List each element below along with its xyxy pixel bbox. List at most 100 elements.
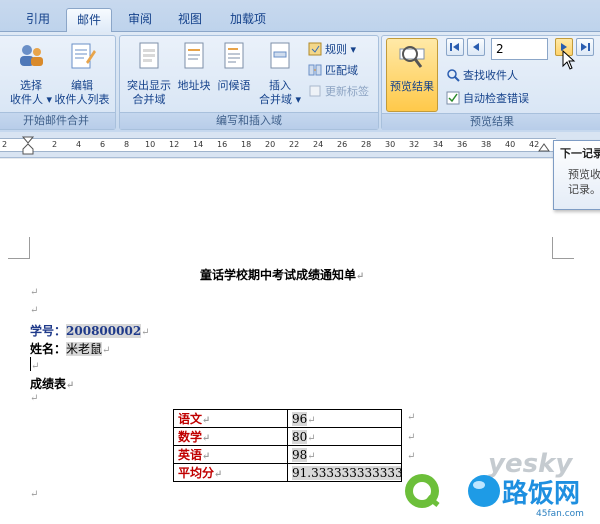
edit-recipients-label-1: 编辑 — [71, 79, 93, 92]
highlight-label-1: 突出显示 — [127, 79, 171, 92]
subject-field: 平均分 — [178, 466, 215, 480]
score-field: 91.3333333333333329 — [292, 465, 401, 480]
update-labels-button[interactable]: 更新标签 — [308, 84, 369, 100]
score-table-heading-text: 成绩表 — [30, 377, 67, 391]
ribbon-tab-bar: 引用 邮件 审阅 视图 加载项 — [0, 0, 600, 33]
document-page[interactable]: 童话学校期中考试成绩通知单↵ ↵ ↵ 学号：200800002↵ 姓名：米老鼠↵… — [0, 159, 600, 524]
cell-mark: ↵ — [202, 415, 211, 426]
paragraph-mark: ↵ — [141, 327, 150, 338]
score-field: 96 — [292, 411, 308, 426]
find-recipient-button[interactable]: 查找收件人 — [446, 68, 518, 84]
cell-mark: ↵ — [202, 451, 211, 462]
score-table[interactable]: 语文↵ 96↵ 数学↵ 80↵ 英语↵ 98↵ 平均分↵ 91.33333333… — [173, 409, 402, 482]
ruler-tick: 10 — [145, 140, 156, 149]
score-table-heading: 成绩表↵ — [30, 375, 74, 392]
last-record-button[interactable] — [576, 38, 594, 56]
row-end-mark: ↵ — [407, 451, 416, 462]
right-indent-marker-icon[interactable] — [538, 142, 550, 152]
student-id-field[interactable]: 200800002 — [66, 324, 142, 338]
indent-marker-icon[interactable] — [22, 136, 34, 156]
group-label-preview: 预览结果 — [382, 113, 600, 130]
watermark-globe-icon — [468, 475, 500, 507]
ruler-tick: 40 — [505, 140, 516, 149]
table-row: 语文↵ 96↵ — [173, 409, 402, 428]
address-block-icon — [184, 42, 204, 69]
rules-label: 规则 ▾ — [325, 43, 357, 56]
cell-mark: ↵ — [307, 414, 316, 426]
ruler-tick: 38 — [481, 140, 492, 149]
ruler-tick: 2 — [52, 140, 58, 149]
greeting-line-button[interactable]: 问候语 — [214, 40, 254, 93]
previous-record-button[interactable] — [467, 38, 485, 56]
ruler-tick: 22 — [289, 140, 300, 149]
table-cell-score[interactable]: 80↵ — [287, 427, 402, 446]
subject-field: 语文 — [178, 412, 203, 426]
magnifier-icon — [399, 46, 425, 68]
first-record-icon — [450, 43, 459, 51]
horizontal-ruler[interactable]: 2 2 4 6 8 10 12 14 16 18 20 22 24 26 28 … — [0, 132, 600, 158]
find-recipient-icon — [447, 69, 460, 82]
table-cell-subject[interactable]: 语文↵ — [173, 409, 288, 428]
table-cell-subject[interactable]: 英语↵ — [173, 445, 288, 464]
paragraph-mark: ↵ — [356, 271, 365, 282]
preview-results-button[interactable]: 预览结果 — [386, 38, 438, 112]
edit-recipients-button[interactable]: 编辑 收件人列表 — [51, 40, 113, 107]
document-title: 童话学校期中考试成绩通知单↵ — [200, 266, 364, 283]
cell-mark: ↵ — [307, 432, 316, 444]
previous-record-icon — [473, 43, 479, 51]
empty-paragraph: ↵ — [30, 393, 39, 404]
next-record-tooltip: 下一记录 预览收 记录。 — [553, 140, 600, 210]
tab-addins[interactable]: 加载项 — [220, 8, 276, 32]
ruler-tick: 16 — [217, 140, 228, 149]
update-labels-icon — [309, 85, 321, 97]
table-cell-subject[interactable]: 平均分↵ — [173, 463, 288, 482]
greeting-line-label: 问候语 — [217, 79, 251, 92]
table-cell-score[interactable]: 98↵ — [287, 445, 402, 464]
tab-review[interactable]: 审阅 — [118, 8, 162, 32]
rules-button[interactable]: 规则 ▾ — [308, 42, 356, 58]
tab-mailings[interactable]: 邮件 — [66, 8, 113, 33]
address-block-button[interactable]: 地址块 — [176, 40, 212, 93]
cell-mark: ↵ — [214, 469, 223, 480]
student-name-label: 姓名： — [30, 342, 67, 356]
address-block-label: 地址块 — [177, 79, 211, 92]
paragraph-mark: ↵ — [66, 380, 75, 391]
first-record-button[interactable] — [446, 38, 464, 56]
ruler-tick: 4 — [76, 140, 82, 149]
edit-list-icon — [71, 43, 96, 69]
edit-recipients-label-2: 收件人列表 — [54, 93, 110, 106]
table-cell-score[interactable]: 96↵ — [287, 409, 402, 428]
ruler-tick: 30 — [385, 140, 396, 149]
empty-paragraph: ↵ — [30, 305, 39, 316]
record-number-input[interactable]: 2 — [491, 38, 548, 60]
insert-merge-field-button[interactable]: 插入 合并域 ▾ — [256, 40, 304, 107]
recipients-icon — [20, 45, 43, 66]
ruler-tick: 36 — [457, 140, 468, 149]
table-cell-subject[interactable]: 数学↵ — [173, 427, 288, 446]
highlight-merge-fields-button[interactable]: 突出显示 合并域 — [122, 40, 176, 107]
cell-mark: ↵ — [307, 450, 316, 462]
highlight-label-2: 合并域 — [132, 93, 166, 106]
match-fields-button[interactable]: 匹配域 — [308, 63, 358, 79]
page-corner-mark — [8, 237, 30, 259]
subject-field: 数学 — [178, 430, 203, 444]
table-row: 数学↵ 80↵ — [173, 427, 402, 446]
tab-references[interactable]: 引用 — [16, 8, 60, 32]
check-errors-icon — [446, 91, 460, 105]
text-cursor-line: ↵ — [30, 357, 39, 372]
group-write-insert-fields: 突出显示 合并域 地址块 问候语 插入 合并域 ▾ 规则 ▾ 匹配域 更新标签 … — [119, 35, 379, 130]
table-cell-score[interactable]: 91.3333333333333329 — [287, 463, 402, 482]
highlight-fields-icon — [139, 42, 159, 69]
table-row: 英语↵ 98↵ — [173, 445, 402, 464]
auto-check-errors-button[interactable]: 自动检查错误 — [446, 91, 529, 107]
empty-paragraph: ↵ — [30, 489, 39, 500]
insert-field-label-1: 插入 — [269, 79, 291, 92]
student-name-field[interactable]: 米老鼠 — [66, 342, 103, 356]
tab-view[interactable]: 视图 — [168, 8, 212, 32]
ruler-tick: 18 — [241, 140, 252, 149]
mouse-cursor-icon — [562, 50, 576, 70]
empty-paragraph: ↵ — [30, 287, 39, 298]
tooltip-body-line-2: 记录。 — [568, 183, 600, 196]
watermark-site: 路饭网 — [502, 479, 581, 509]
document-title-text: 童话学校期中考试成绩通知单 — [200, 268, 357, 282]
